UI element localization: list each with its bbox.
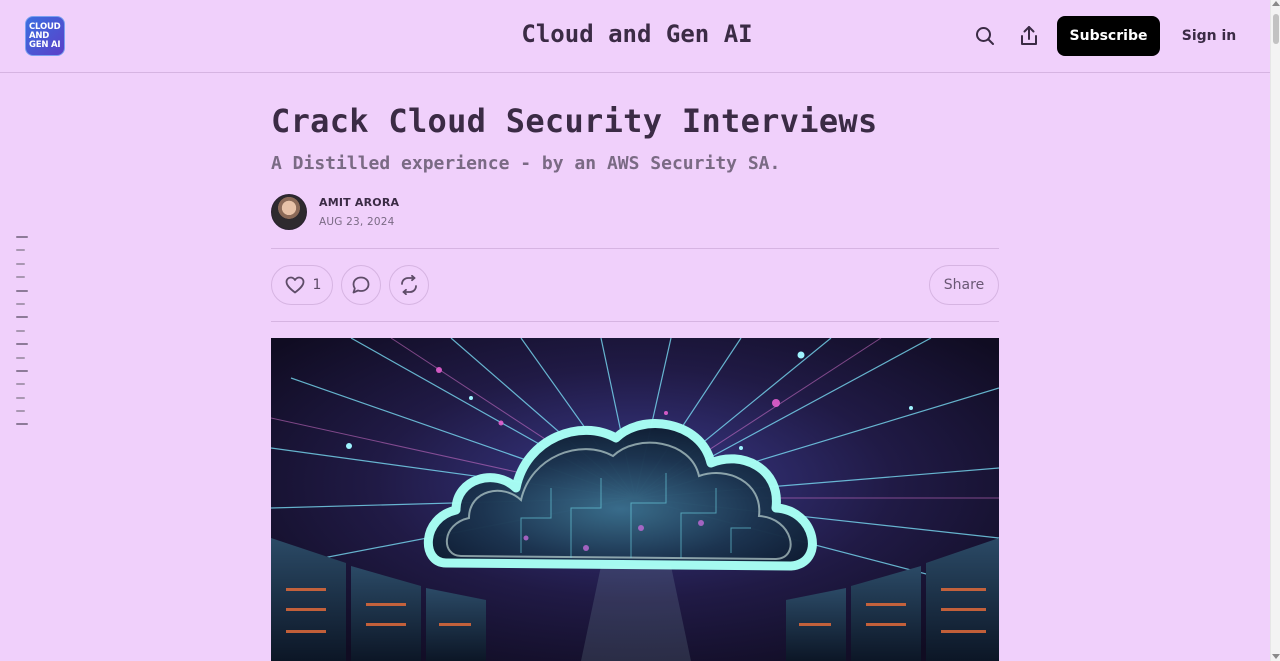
toc-line[interactable] xyxy=(16,316,28,319)
toc-line[interactable] xyxy=(16,423,28,426)
cloud-illustration xyxy=(271,338,999,661)
toc-line[interactable] xyxy=(16,369,28,372)
toc-line[interactable] xyxy=(16,276,25,279)
heart-icon xyxy=(285,276,304,294)
toc-line[interactable] xyxy=(16,236,28,238)
comment-button[interactable] xyxy=(341,265,381,305)
toc-line[interactable] xyxy=(16,262,25,265)
toc-line[interactable] xyxy=(16,249,25,252)
toc-line[interactable] xyxy=(16,410,25,413)
share-page-button[interactable] xyxy=(1015,22,1043,50)
like-button[interactable]: 1 xyxy=(271,265,333,305)
toc-line[interactable] xyxy=(16,343,28,346)
author-avatar[interactable] xyxy=(271,194,307,230)
comment-icon xyxy=(352,276,370,294)
scroll-down-arrow-icon[interactable] xyxy=(1272,654,1280,659)
toc-line[interactable] xyxy=(16,289,28,292)
divider xyxy=(271,248,999,249)
search-icon xyxy=(976,27,994,45)
restack-icon xyxy=(401,275,417,295)
restack-button[interactable] xyxy=(389,265,429,305)
post-subtitle: A Distilled experience - by an AWS Secur… xyxy=(271,153,781,174)
toc-line[interactable] xyxy=(16,302,25,305)
share-button[interactable]: Share xyxy=(929,265,999,305)
share-icon xyxy=(1021,26,1037,45)
author-name[interactable]: AMIT ARORA xyxy=(319,196,399,209)
subscribe-button[interactable]: Subscribe xyxy=(1057,16,1160,56)
toc-line[interactable] xyxy=(16,396,25,399)
top-bar: CLOUD AND GEN AI Cloud and Gen AI Subscr… xyxy=(0,0,1270,73)
search-button[interactable] xyxy=(971,22,999,50)
scroll-up-arrow-icon[interactable] xyxy=(1272,1,1280,6)
page-scrollbar[interactable] xyxy=(1270,0,1280,661)
toc-line[interactable] xyxy=(16,356,25,359)
sign-in-button[interactable]: Sign in xyxy=(1172,16,1246,56)
table-of-contents[interactable] xyxy=(16,236,30,437)
scrollbar-thumb[interactable] xyxy=(1273,14,1279,44)
hero-image[interactable] xyxy=(271,338,999,661)
toc-line[interactable] xyxy=(16,383,25,386)
divider xyxy=(271,321,999,322)
toc-line[interactable] xyxy=(16,329,25,332)
post-title: Crack Cloud Security Interviews xyxy=(271,102,878,140)
like-count: 1 xyxy=(312,277,322,293)
post-date: AUG 23, 2024 xyxy=(319,216,395,228)
